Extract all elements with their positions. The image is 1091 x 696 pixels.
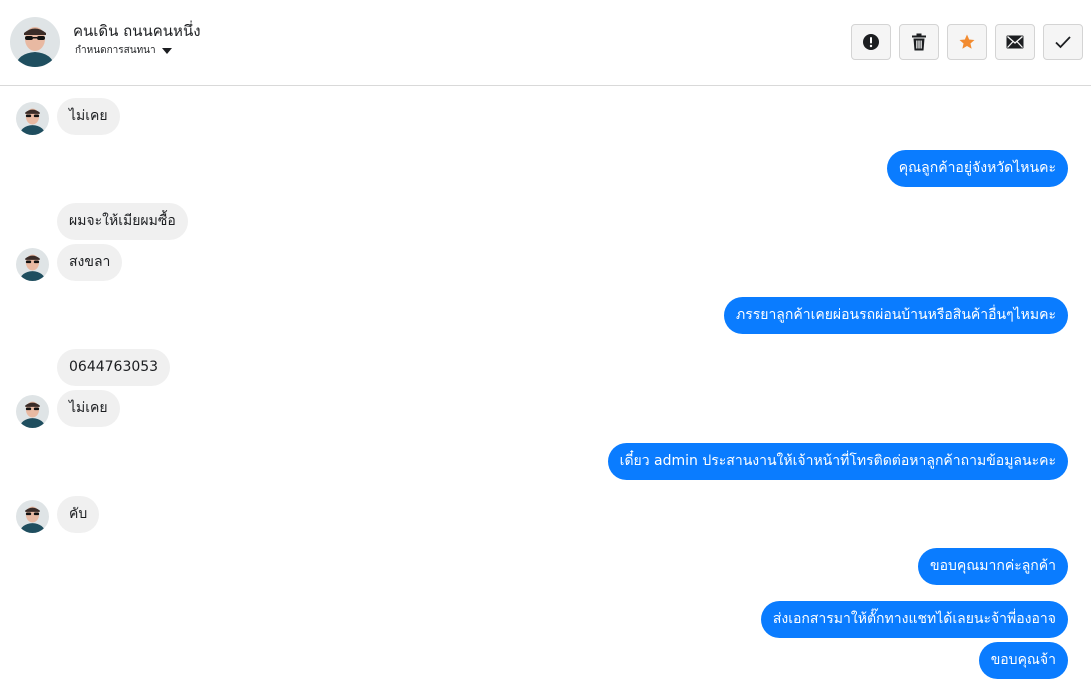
- incoming-message: 0644763053: [57, 349, 171, 386]
- contact-name: คนเดิน ถนนคนหนึ่ง: [73, 22, 201, 40]
- incoming-message: คับ: [57, 496, 100, 533]
- outgoing-message: เดี๋ยว admin ประสานงานให้เจ้าหน้าที่โทรต…: [607, 443, 1068, 480]
- done-button[interactable]: [1043, 24, 1083, 60]
- contact-avatar-image: [10, 17, 60, 67]
- trash-icon: [912, 33, 926, 51]
- contact-avatar-small: [16, 500, 49, 533]
- check-icon: [1055, 36, 1071, 49]
- contact-avatar-small: [16, 102, 49, 135]
- outgoing-message: ส่งเอกสารมาให้ตั๊กทางแชทได้เลยนะจ้าพี่อง…: [760, 601, 1068, 638]
- caret-down-icon: [161, 48, 172, 54]
- delete-button[interactable]: [899, 24, 939, 60]
- contact-avatar-small: [16, 248, 49, 281]
- conversation-actions: [851, 24, 1083, 60]
- incoming-message: ไม่เคย: [57, 390, 120, 427]
- avatar-image: [16, 248, 49, 281]
- contact-avatar[interactable]: [10, 17, 60, 67]
- contact-avatar-small: [16, 395, 49, 428]
- star-button[interactable]: [947, 24, 987, 60]
- avatar-image: [16, 500, 49, 533]
- conversation-header: คนเดิน ถนนคนหนึ่ง กำหนดการสนทนา: [0, 0, 1091, 86]
- outgoing-message: คุณลูกค้าอยู่จังหวัดไหนคะ: [886, 150, 1068, 187]
- avatar-image: [16, 395, 49, 428]
- alert-circle-icon: [863, 34, 879, 50]
- assign-conversation-dropdown[interactable]: กำหนดการสนทนา: [75, 43, 172, 58]
- star-icon: [959, 34, 975, 49]
- assign-conversation-label: กำหนดการสนทนา: [75, 45, 156, 56]
- outgoing-message: ภรรยาลูกค้าเคยผ่อนรถผ่อนบ้านหรือสินค้าอื…: [723, 297, 1068, 334]
- report-button[interactable]: [851, 24, 891, 60]
- outgoing-message: ขอบคุณจ้า: [978, 642, 1068, 679]
- outgoing-message: ขอบคุณมากค่ะลูกค้า: [918, 548, 1068, 585]
- avatar-image: [16, 102, 49, 135]
- incoming-message: สงขลา: [57, 244, 123, 281]
- incoming-message: ผมจะให้เมียผมซื้อ: [57, 203, 188, 240]
- mail-button[interactable]: [995, 24, 1035, 60]
- envelope-icon: [1006, 35, 1024, 49]
- incoming-message: ไม่เคย: [57, 98, 120, 135]
